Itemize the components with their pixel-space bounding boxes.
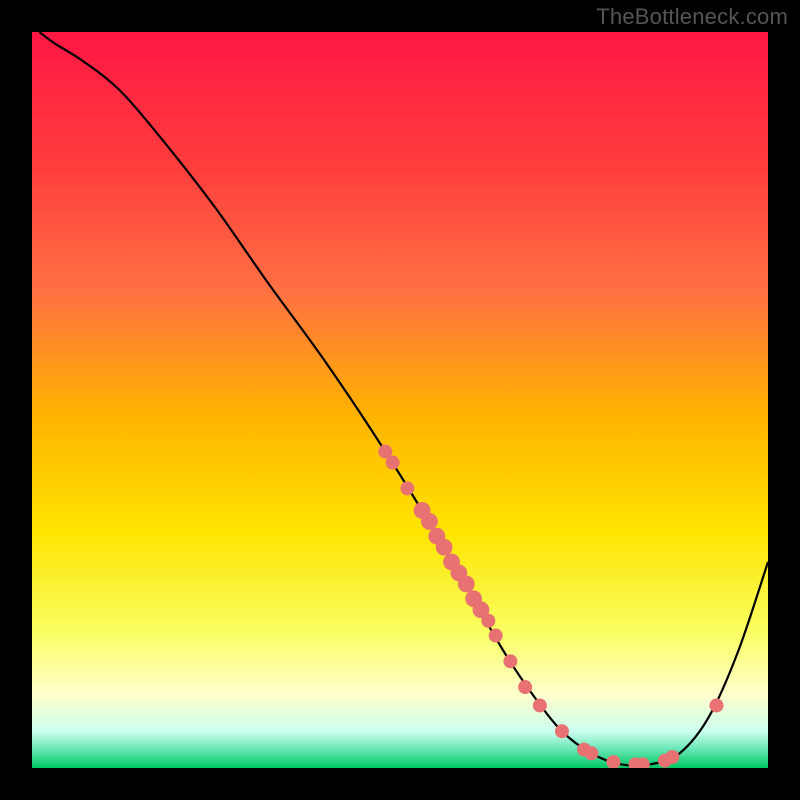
marker-point (421, 513, 438, 530)
marker-point (518, 680, 532, 694)
marker-point (436, 539, 453, 556)
marker-point (458, 576, 475, 593)
attribution-label: TheBottleneck.com (596, 4, 788, 30)
marker-point (665, 750, 679, 764)
marker-point (503, 654, 517, 668)
plot-area (32, 32, 768, 768)
marker-point (709, 698, 723, 712)
marker-point (533, 698, 547, 712)
marker-point (400, 481, 414, 495)
curve-layer (32, 32, 768, 768)
marker-point (555, 724, 569, 738)
marker-point (584, 746, 598, 760)
marker-point (386, 456, 400, 470)
marker-point (606, 755, 620, 768)
marker-point (481, 614, 495, 628)
bottleneck-curve (39, 32, 768, 766)
marker-point (489, 629, 503, 643)
chart-container: TheBottleneck.com (0, 0, 800, 800)
